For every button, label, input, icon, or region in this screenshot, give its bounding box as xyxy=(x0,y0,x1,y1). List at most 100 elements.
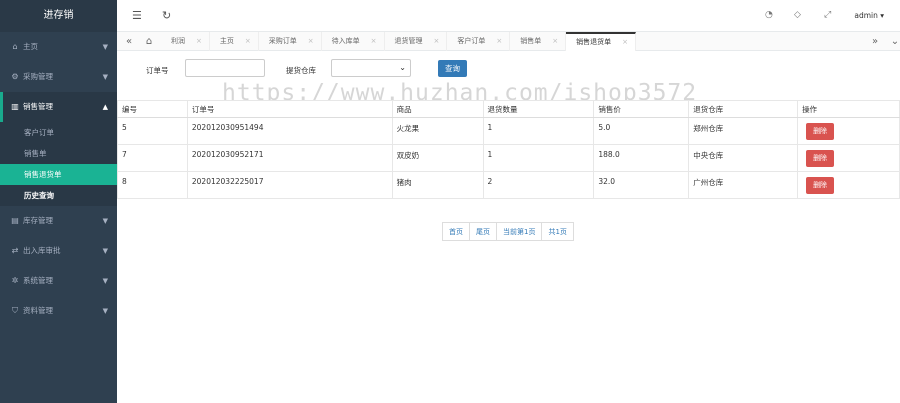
table-row: 5 202012030951494 火龙果 1 5.0 郑州仓库 删除 xyxy=(117,117,900,145)
cell-return-quantity: 1 xyxy=(482,144,595,172)
tab-sales-order[interactable]: 销售单 × xyxy=(510,32,567,51)
caret-down-icon: ▼ xyxy=(102,73,108,81)
close-icon[interactable]: × xyxy=(245,37,251,45)
order-number-input[interactable] xyxy=(185,59,265,77)
sidebar-subitem-sales-order[interactable]: 销售单 xyxy=(0,143,117,164)
sidebar-item-sales[interactable]: ▥ 销售管理 ▲ xyxy=(0,92,117,122)
total-pages-indicator: 共1页 xyxy=(541,222,574,241)
caret-down-icon: ▼ xyxy=(102,247,108,255)
warehouse-label: 提货仓库 xyxy=(286,66,316,75)
sidebar-item-label: 主页 xyxy=(23,42,38,51)
shield-icon: ⛉ xyxy=(12,306,18,315)
tab-purchase-order[interactable]: 采购订单 × xyxy=(259,32,322,51)
tabs-dropdown-icon[interactable]: ⌄ xyxy=(885,32,900,51)
tab-customer-order[interactable]: 客户订单 × xyxy=(447,32,511,51)
chevron-down-icon: ⌄ xyxy=(399,63,406,72)
tag-icon[interactable]: ◇ xyxy=(794,10,801,20)
transfer-icon: ⇄ xyxy=(11,246,19,255)
current-page-indicator: 当前第1页 xyxy=(496,222,543,241)
caret-down-icon: ▾ xyxy=(880,11,884,20)
delete-button[interactable]: 删除 xyxy=(806,123,835,140)
first-page-link[interactable]: 首页 xyxy=(442,222,470,241)
tab-label: 采购订单 xyxy=(268,37,297,45)
cell-warehouse: 郑州仓库 xyxy=(688,117,799,145)
close-icon[interactable]: × xyxy=(371,37,377,45)
tab-label: 销售退货单 xyxy=(576,38,612,46)
sidebar-item-approval[interactable]: ⇄ 出入库审批 ▼ xyxy=(0,236,117,266)
tab-label: 销售单 xyxy=(520,37,542,45)
tab-label: 退货管理 xyxy=(394,37,423,45)
fullscreen-icon[interactable]: ⤢ xyxy=(824,10,831,20)
cell-return-quantity: 1 xyxy=(482,117,595,145)
tabs-scroll-right-icon[interactable]: » xyxy=(865,32,885,51)
delete-button[interactable]: 删除 xyxy=(806,177,835,194)
close-icon[interactable]: × xyxy=(552,37,558,45)
cell-price: 32.0 xyxy=(593,171,690,199)
sidebar-subitem-sales-return[interactable]: 销售退货单 xyxy=(0,164,117,185)
sidebar-item-label: 系统管理 xyxy=(23,276,53,285)
pagination: 首页 尾页 当前第1页 共1页 xyxy=(442,222,574,241)
warehouse-icon: ▤ xyxy=(11,216,19,225)
sidebar-item-home[interactable]: ⌂ 主页 ▼ xyxy=(0,32,117,62)
refresh-icon[interactable]: ↻ xyxy=(162,9,171,22)
tab-home[interactable]: 主页 × xyxy=(210,32,259,51)
tab-sales-return[interactable]: 销售退货单 × xyxy=(566,32,636,51)
tab-label: 待入库单 xyxy=(331,37,360,45)
cell-warehouse: 广州仓库 xyxy=(688,171,799,199)
home-icon: ⌂ xyxy=(12,42,18,51)
caret-down-icon: ▼ xyxy=(102,217,108,225)
column-header: 商品 xyxy=(391,100,484,118)
sidebar-subitem-customer-order[interactable]: 客户订单 xyxy=(0,122,117,143)
tab-label: 客户订单 xyxy=(457,37,486,45)
app-title: 进存销 xyxy=(0,0,117,32)
sidebar-item-system[interactable]: ✲ 系统管理 ▼ xyxy=(0,266,117,296)
caret-down-icon: ▼ xyxy=(102,43,108,51)
delete-button[interactable]: 删除 xyxy=(806,150,835,167)
sidebar-item-label: 库存管理 xyxy=(23,216,53,225)
user-name: admin xyxy=(854,11,878,20)
sales-return-table: 编号 订单号 商品 退货数量 销售价 退货仓库 操作 5 20201203095… xyxy=(117,100,900,199)
column-header: 退货仓库 xyxy=(688,100,799,118)
page-tabs: 利润 × 主页 × 采购订单 × 待入库单 × 退货管理 × 客户订单 × 销售单 × 销售退… xyxy=(161,32,636,51)
tab-return-management[interactable]: 退货管理 × xyxy=(385,32,448,51)
user-menu[interactable]: admin ▾ xyxy=(854,11,884,20)
sidebar-subitem-history[interactable]: 历史查询 xyxy=(0,185,117,206)
cell-order-number: 202012032225017 xyxy=(186,171,393,199)
cell-price: 188.0 xyxy=(593,144,690,172)
close-icon[interactable]: × xyxy=(434,37,440,45)
close-icon[interactable]: × xyxy=(196,37,202,45)
sidebar-item-data[interactable]: ⛉ 资料管理 ▼ xyxy=(0,296,117,326)
tab-label: 利润 xyxy=(171,37,185,45)
close-icon[interactable]: × xyxy=(308,37,314,45)
caret-down-icon: ▼ xyxy=(102,277,108,285)
sidebar-item-label: 销售管理 xyxy=(23,102,53,111)
cell-actions: 删除 xyxy=(797,144,900,172)
cell-id: 8 xyxy=(117,171,188,199)
menu-toggle-icon[interactable]: ☰ xyxy=(132,9,142,22)
chart-icon: ▥ xyxy=(11,102,19,111)
sales-submenu: 客户订单 销售单 销售退货单 历史查询 xyxy=(0,122,117,206)
sidebar-item-inventory[interactable]: ▤ 库存管理 ▼ xyxy=(0,206,117,236)
last-page-link[interactable]: 尾页 xyxy=(469,222,497,241)
sidebar-item-purchase[interactable]: ⚙ 采购管理 ▼ xyxy=(0,62,117,92)
cell-product: 双皮奶 xyxy=(391,144,484,172)
tab-pending-inbound[interactable]: 待入库单 × xyxy=(322,32,385,51)
column-header: 销售价 xyxy=(593,100,690,118)
cell-product: 火龙果 xyxy=(391,117,484,145)
order-number-label: 订单号 xyxy=(146,66,169,75)
close-icon[interactable]: × xyxy=(496,37,502,45)
home-tab-icon[interactable]: ⌂ xyxy=(139,32,159,51)
cell-id: 5 xyxy=(117,117,188,145)
close-icon[interactable]: × xyxy=(622,38,628,46)
warehouse-select[interactable]: ⌄ xyxy=(331,59,411,77)
sidebar-item-label: 资料管理 xyxy=(23,306,53,315)
cell-order-number: 202012030951494 xyxy=(186,117,393,145)
settings-icon: ✲ xyxy=(11,276,19,285)
tabs-scroll-left-icon[interactable]: « xyxy=(119,32,139,51)
sidebar-item-label: 出入库审批 xyxy=(23,246,61,255)
tab-profit[interactable]: 利润 × xyxy=(161,32,210,51)
cell-return-quantity: 2 xyxy=(482,171,595,199)
query-button[interactable]: 查询 xyxy=(438,60,467,77)
palette-icon[interactable]: ◔ xyxy=(765,10,773,20)
caret-up-icon: ▲ xyxy=(102,103,108,111)
